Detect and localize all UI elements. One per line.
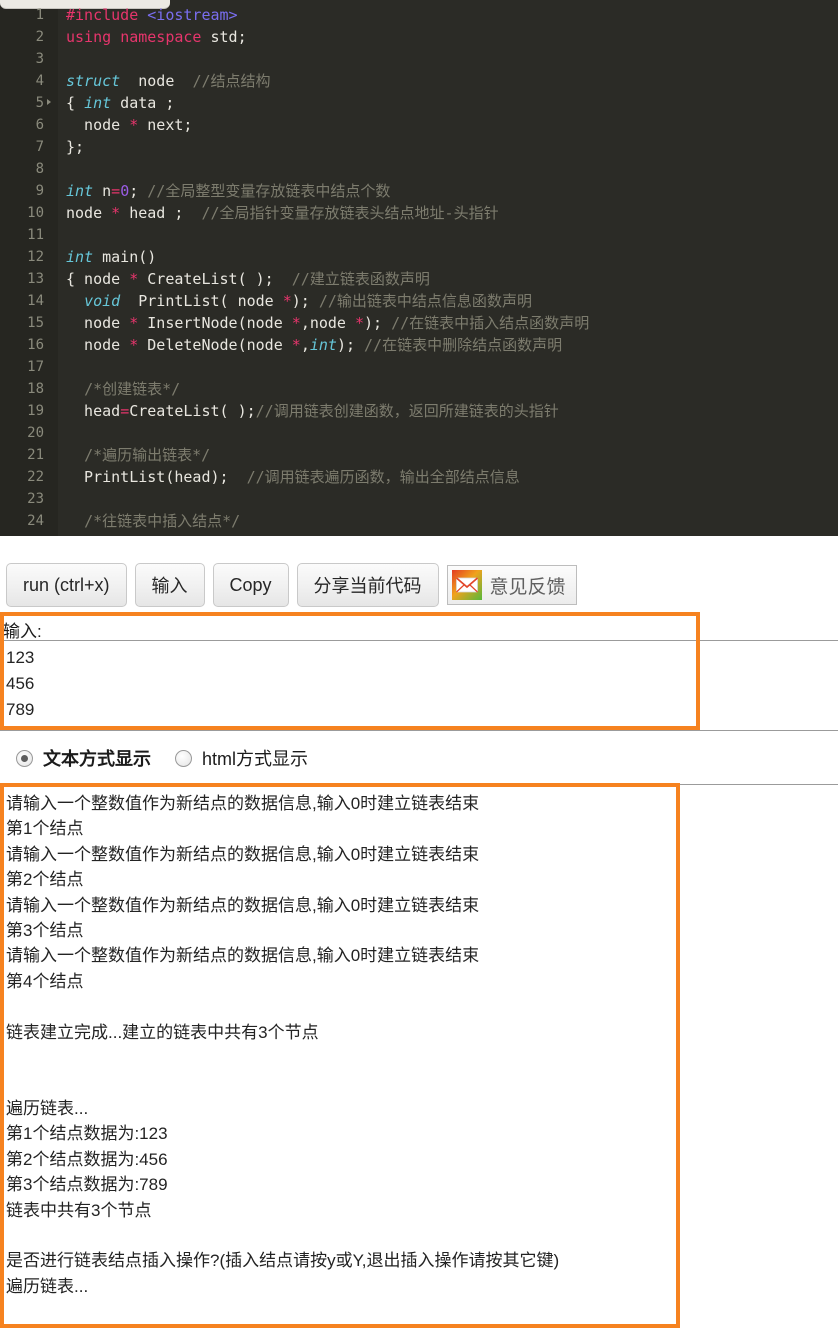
line-number: 11	[27, 227, 44, 243]
code-line-text: node * head ; //全局指针变量存放链表头结点地址-头指针	[66, 204, 499, 222]
code-line[interactable]: 8	[0, 158, 838, 180]
line-number: 5	[35, 95, 44, 111]
code-line-text: /*创建链表*/	[84, 380, 181, 398]
code-line[interactable]: 9 int n=0; //全局整型变量存放链表中结点个数	[0, 180, 838, 202]
code-line-text: struct node //结点结构	[66, 72, 271, 90]
line-number: 21	[27, 447, 44, 463]
code-line[interactable]: 20	[0, 422, 838, 444]
code-line[interactable]: 4 struct node //结点结构	[0, 70, 838, 92]
radio-label-html-mode[interactable]: html方式显示	[202, 745, 308, 771]
line-number: 24	[27, 513, 44, 529]
line-number: 23	[27, 491, 44, 507]
code-line-text: head=CreateList( );//调用链表创建函数，返回所建链表的头指针	[66, 402, 559, 420]
code-line[interactable]: 5 { int data ;	[0, 92, 838, 114]
code-line[interactable]: 14 void PrintList( node *); //输出链表中结点信息函…	[0, 290, 838, 312]
code-line-text: #include <iostream>	[66, 6, 238, 24]
stdin-textarea[interactable]: 123 456 789	[0, 641, 838, 731]
code-line[interactable]: 23	[0, 488, 838, 510]
code-line-text: void PrintList( node *); //输出链表中结点信息函数声明	[84, 292, 532, 310]
line-number: 17	[27, 359, 44, 375]
code-line[interactable]: 6 node * next;	[0, 114, 838, 136]
line-number: 15	[27, 315, 44, 331]
line-number: 12	[27, 249, 44, 265]
line-number: 4	[35, 73, 44, 89]
line-number: 9	[35, 183, 44, 199]
code-line[interactable]: 7};	[0, 136, 838, 158]
code-line-text: node * DeleteNode(node *,int); //在链表中删除结…	[66, 336, 563, 354]
line-number: 22	[27, 469, 44, 485]
line-number: 1	[35, 7, 44, 23]
code-line-text: int n=0; //全局整型变量存放链表中结点个数	[66, 182, 391, 200]
display-mode-radio-group: 文本方式显示 html方式显示	[0, 742, 838, 774]
code-line-text: int main()	[66, 248, 157, 266]
code-line-text: PrintList(head); //调用链表遍历函数，输出全部结点信息	[66, 468, 520, 486]
code-line-text: };	[66, 138, 85, 156]
code-line[interactable]: 12 int main()	[0, 246, 838, 268]
code-lines-container[interactable]: 1 #include <iostream> 2 using namespace std…	[0, 4, 838, 532]
line-number: 3	[35, 51, 44, 67]
line-number: 14	[27, 293, 44, 309]
code-line[interactable]: 22 PrintList(head); //调用链表遍历函数，输出全部结点信息	[0, 466, 838, 488]
code-line[interactable]: 13 { node * CreateList( ); //建立链表函数声明	[0, 268, 838, 290]
line-number: 2	[35, 29, 44, 45]
share-code-button[interactable]: 分享当前代码	[296, 563, 439, 607]
code-line-text: /*遍历输出链表*/	[84, 446, 211, 464]
code-line[interactable]: 1 #include <iostream>	[0, 4, 838, 26]
line-number: 19	[27, 403, 44, 419]
line-number: 16	[27, 337, 44, 353]
input-button[interactable]: 输入	[134, 563, 205, 607]
code-editor[interactable]: 1 #include <iostream> 2 using namespace std…	[0, 0, 838, 536]
code-line[interactable]: 16 node * DeleteNode(node *,int); //在链表中…	[0, 334, 838, 356]
copy-button[interactable]: Copy	[212, 563, 289, 607]
line-number: 8	[35, 161, 44, 177]
radio-html-mode[interactable]	[175, 749, 192, 767]
code-line[interactable]: 18 /*创建链表*/	[0, 378, 838, 400]
line-number: 6	[35, 117, 44, 133]
code-line[interactable]: 3	[0, 48, 838, 70]
feedback-button[interactable]: 意见反馈	[446, 565, 577, 605]
toolbar: run (ctrl+x) 输入 Copy 分享当前代码 意见反馈	[0, 560, 838, 610]
code-line-text: node * InsertNode(node *,node *); //在链表中…	[66, 314, 590, 332]
code-line[interactable]: 11	[0, 224, 838, 246]
program-output-text: 请输入一个整数值作为新结点的数据信息,输入0时建立链表结束 第1个结点 请输入一…	[6, 794, 560, 1296]
code-line[interactable]: 15 node * InsertNode(node *,node *); //在…	[0, 312, 838, 334]
stdin-line: 456	[6, 674, 35, 693]
input-label-row: 输入:	[0, 614, 838, 641]
code-line[interactable]: 24 /*往链表中插入结点*/	[0, 510, 838, 532]
line-number: 7	[35, 139, 44, 155]
line-number: 18	[27, 381, 44, 397]
code-line[interactable]: 21 /*遍历输出链表*/	[0, 444, 838, 466]
radio-text-mode[interactable]	[16, 749, 33, 767]
radio-label-text-mode[interactable]: 文本方式显示	[43, 745, 151, 771]
stdin-line: 789	[6, 700, 35, 719]
code-line-text: { node * CreateList( ); //建立链表函数声明	[66, 270, 430, 288]
code-line-text: { int data ;	[66, 94, 175, 112]
code-line[interactable]: 17	[0, 356, 838, 378]
code-line[interactable]: 19 head=CreateList( );//调用链表创建函数，返回所建链表的…	[0, 400, 838, 422]
code-fold-triangle-icon[interactable]	[47, 99, 51, 105]
line-number: 13	[27, 271, 44, 287]
line-number: 10	[27, 205, 44, 221]
code-line[interactable]: 10 node * head ; //全局指针变量存放链表头结点地址-头指针	[0, 202, 838, 224]
envelope-icon	[451, 570, 482, 600]
code-line-text: node * next;	[66, 116, 193, 134]
input-panel-label: 输入:	[3, 622, 42, 641]
run-button[interactable]: run (ctrl+x)	[6, 563, 127, 607]
stdin-line: 123	[6, 648, 35, 667]
code-line-text: using namespace std;	[66, 28, 247, 46]
code-line[interactable]: 2 using namespace std;	[0, 26, 838, 48]
code-line-text: /*往链表中插入结点*/	[84, 512, 241, 530]
output-panel[interactable]: 请输入一个整数值作为新结点的数据信息,输入0时建立链表结束 第1个结点 请输入一…	[0, 784, 838, 1322]
line-number: 20	[27, 425, 44, 441]
input-panel: 输入: 123 456 789	[0, 614, 838, 731]
feedback-label: 意见反馈	[489, 576, 566, 598]
